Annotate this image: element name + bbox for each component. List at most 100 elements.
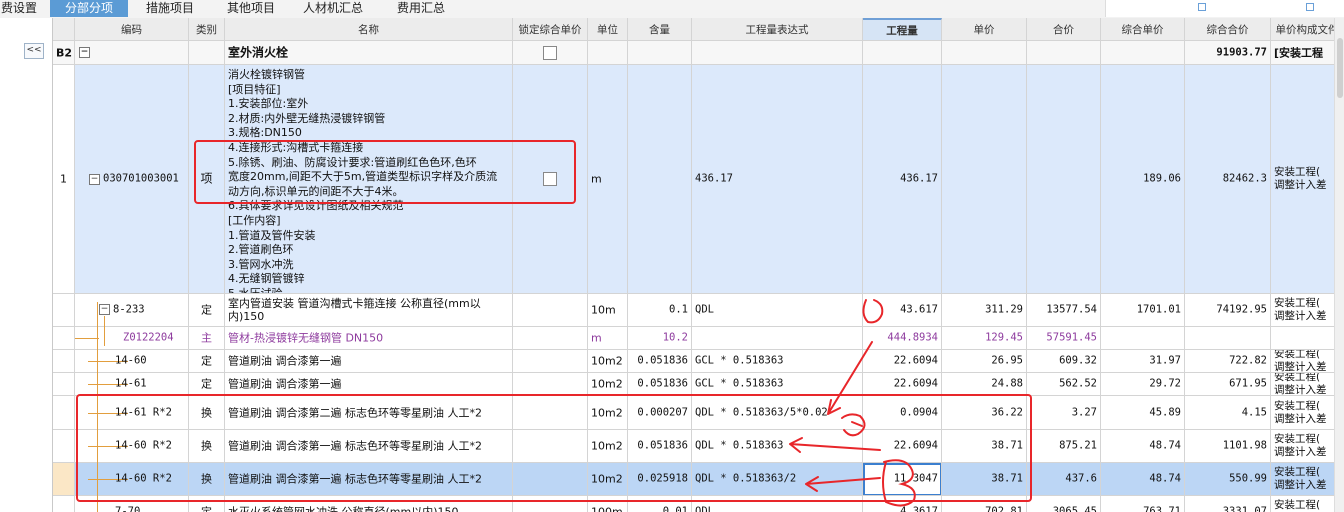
item-type: 项 [200,171,213,186]
material-row[interactable]: Z0122204 主 管材-热浸镀锌无缝钢管 DN150 m 10.2 444.8934 1… [53,327,1344,350]
tab-2[interactable]: 措施项目 [130,0,210,17]
quota-row[interactable]: 14-60 定 管道刷油 调合漆第一遍 10m2 0.051836 GCL * 0.518… [53,350,1344,373]
cell-price: 38.71 [991,472,1023,485]
lock-price-checkbox[interactable] [543,45,557,60]
cell-code: Z0122204 [123,331,174,344]
cell-type: 定 [201,377,212,391]
tab-1[interactable]: 分部分项 [50,0,128,17]
header-lock[interactable]: 锁定综合单价 [513,18,588,40]
cell-name: 管道刷油 调合漆第一遍 [228,354,342,368]
feature-line: [工作内容] [228,213,281,227]
cell-comp-total: 1101.98 [1222,439,1267,452]
collapse-toggle-icon[interactable]: − [99,304,110,315]
tab-0[interactable]: 费设置 [0,0,38,17]
section-row[interactable]: B2 − 室外消火栓 91903.77 [安装工程 [53,41,1344,65]
cell-code: 14-60 R*2 [115,472,172,485]
cell-expr: QDL * 0.518363/5*0.02 [695,406,828,418]
tab-3[interactable]: 其他项目 [212,0,290,17]
cell-name: 管道刷油 调合漆第一遍 标志色环等零星刷油 人工*2 [228,472,482,486]
cell-qty: 22.6094 [893,354,938,367]
cell-price-comp: 安装工程( 调整计入差 [1274,350,1327,372]
cell-comp-total: 74192.95 [1216,303,1267,316]
header-total[interactable]: 合价 [1027,18,1101,40]
cell-comp-total: 4.15 [1241,406,1267,418]
cell-type: 换 [201,406,212,419]
header-expr[interactable]: 工程量表达式 [692,18,863,40]
cell-total: 875.21 [1059,439,1097,452]
cell-total: 3065.45 [1052,505,1097,512]
header-name[interactable]: 名称 [225,18,513,40]
feature-line: 1.安装部位:室外 [228,97,309,111]
cell-type: 换 [201,472,212,486]
tree-line [104,316,105,346]
cell-qty: 11.3047 [893,472,938,485]
bill-item-row[interactable]: 1 − 030701003001 项 消火栓镀锌钢管 [项目特征] 1.安装部位:室… [53,65,1344,294]
item-qty: 436.17 [900,172,938,185]
tab-4[interactable]: 人材机汇总 [292,0,374,17]
feature-line: 3.管网水冲洗 [228,257,294,271]
cell-type: 换 [201,439,212,453]
collapse-panel-button[interactable]: << [24,43,44,59]
lock-price-checkbox[interactable] [543,172,557,186]
cell-unit: 10m2 [591,377,623,391]
cell-price: 26.95 [991,354,1023,367]
checkbox-icon[interactable] [1198,3,1206,11]
header-comp-total[interactable]: 综合合价 [1185,18,1271,40]
cell-comp-price: 763.71 [1143,505,1181,512]
item-features: 消火栓镀锌钢管 [项目特征] 1.安装部位:室外 2.材质:内外壁无缝热浸镀锌钢管 3.… [228,68,509,293]
checkbox-icon[interactable] [1306,3,1314,11]
collapse-toggle-icon[interactable]: − [89,174,100,185]
header-qty[interactable]: 工程量 [863,18,942,40]
item-code: 030701003001 [103,172,179,185]
quota-row[interactable]: −8-233 定 室内管道安装 管道沟槽式卡箍连接 公称直径(mm以内)150 10m… [53,294,1344,327]
feature-line: 宽度20mm,间距不大于5m,管道类型标识字样及介质流 [228,170,498,184]
cell-total: 3.27 [1071,406,1097,418]
vertical-scrollbar[interactable] [1334,18,1344,512]
section-name: 室外消火栓 [228,45,289,59]
cell-code: 14-60 R*2 [115,439,172,452]
cell-qty: 0.0904 [900,406,938,418]
header-type[interactable]: 类别 [189,18,225,40]
cell-comp-price: 48.74 [1149,472,1181,485]
cell-qty: 43.617 [900,303,938,316]
cell-expr: GCL * 0.518363 [695,354,784,367]
collapse-toggle-icon[interactable]: − [79,47,90,58]
cell-type: 定 [201,354,212,368]
cell-type: 定 [201,303,212,317]
cell-content: 0.025918 [637,472,688,485]
cell-unit: 10m2 [591,439,623,453]
cell-name: 管材-热浸镀锌无缝钢管 DN150 [228,331,384,345]
feature-line: 1.管道及管件安装 [228,228,316,242]
header-price[interactable]: 单价 [942,18,1027,40]
cell-unit: 10m2 [591,472,623,486]
feature-line: 4.连接形式:沟槽式卡箍连接 [228,140,364,154]
cell-type: 定 [201,505,212,512]
item-number: 1 [60,172,67,186]
item-description-cell[interactable]: 消火栓镀锌钢管 [项目特征] 1.安装部位:室外 2.材质:内外壁无缝热浸镀锌钢管 3.… [225,65,513,293]
cell-name: 管道刷油 调合漆第一遍 标志色环等零星刷油 人工*2 [228,439,482,453]
header-code[interactable]: 编码 [75,18,189,40]
header-unit[interactable]: 单位 [588,18,628,40]
quota-row[interactable]: 14-61 R*2 换 管道刷油 调合漆第二遍 标志色环等零星刷油 人工*2 10m2… [53,396,1344,430]
cell-total: 609.32 [1059,354,1097,367]
left-panel: << [0,18,53,512]
feature-line: 4.无缝钢管镀锌 [228,272,305,286]
item-price-comp: 安装工程( 调整计入差 [1274,166,1327,191]
feature-line: 5.除锈、刷油、防腐设计要求:管道刷红色色环,色环 [228,155,477,169]
cell-content: 0.051836 [637,439,688,452]
quota-row[interactable]: 7-70 定 水灭火系统管网水冲洗 公称直径(mm以内)150 100m 0.01 QDL… [53,496,1344,512]
cell-comp-total: 550.99 [1229,472,1267,485]
feature-line: 6.具体要求详见设计图纸及相关规范 [228,199,404,213]
cell-unit: 10m2 [591,406,623,419]
quota-row[interactable]: 14-60 R*2 换 管道刷油 调合漆第一遍 标志色环等零星刷油 人工*2 10m2… [53,463,1344,496]
quota-row[interactable]: 14-60 R*2 换 管道刷油 调合漆第一遍 标志色环等零星刷油 人工*2 10m2… [53,430,1344,463]
quota-row[interactable]: 14-61 定 管道刷油 调合漆第一遍 10m2 0.051836 GCL * 0.518… [53,373,1344,396]
header-comp-price[interactable]: 综合单价 [1101,18,1185,40]
header-content[interactable]: 含量 [628,18,692,40]
section-price-comp: [安装工程 [1274,46,1324,59]
scrollbar-thumb[interactable] [1337,38,1343,98]
cell-total: 57591.45 [1046,331,1097,344]
tab-5[interactable]: 费用汇总 [376,0,466,17]
cell-code: 8-233 [113,303,145,316]
cell-comp-total: 3331.07 [1222,505,1267,512]
